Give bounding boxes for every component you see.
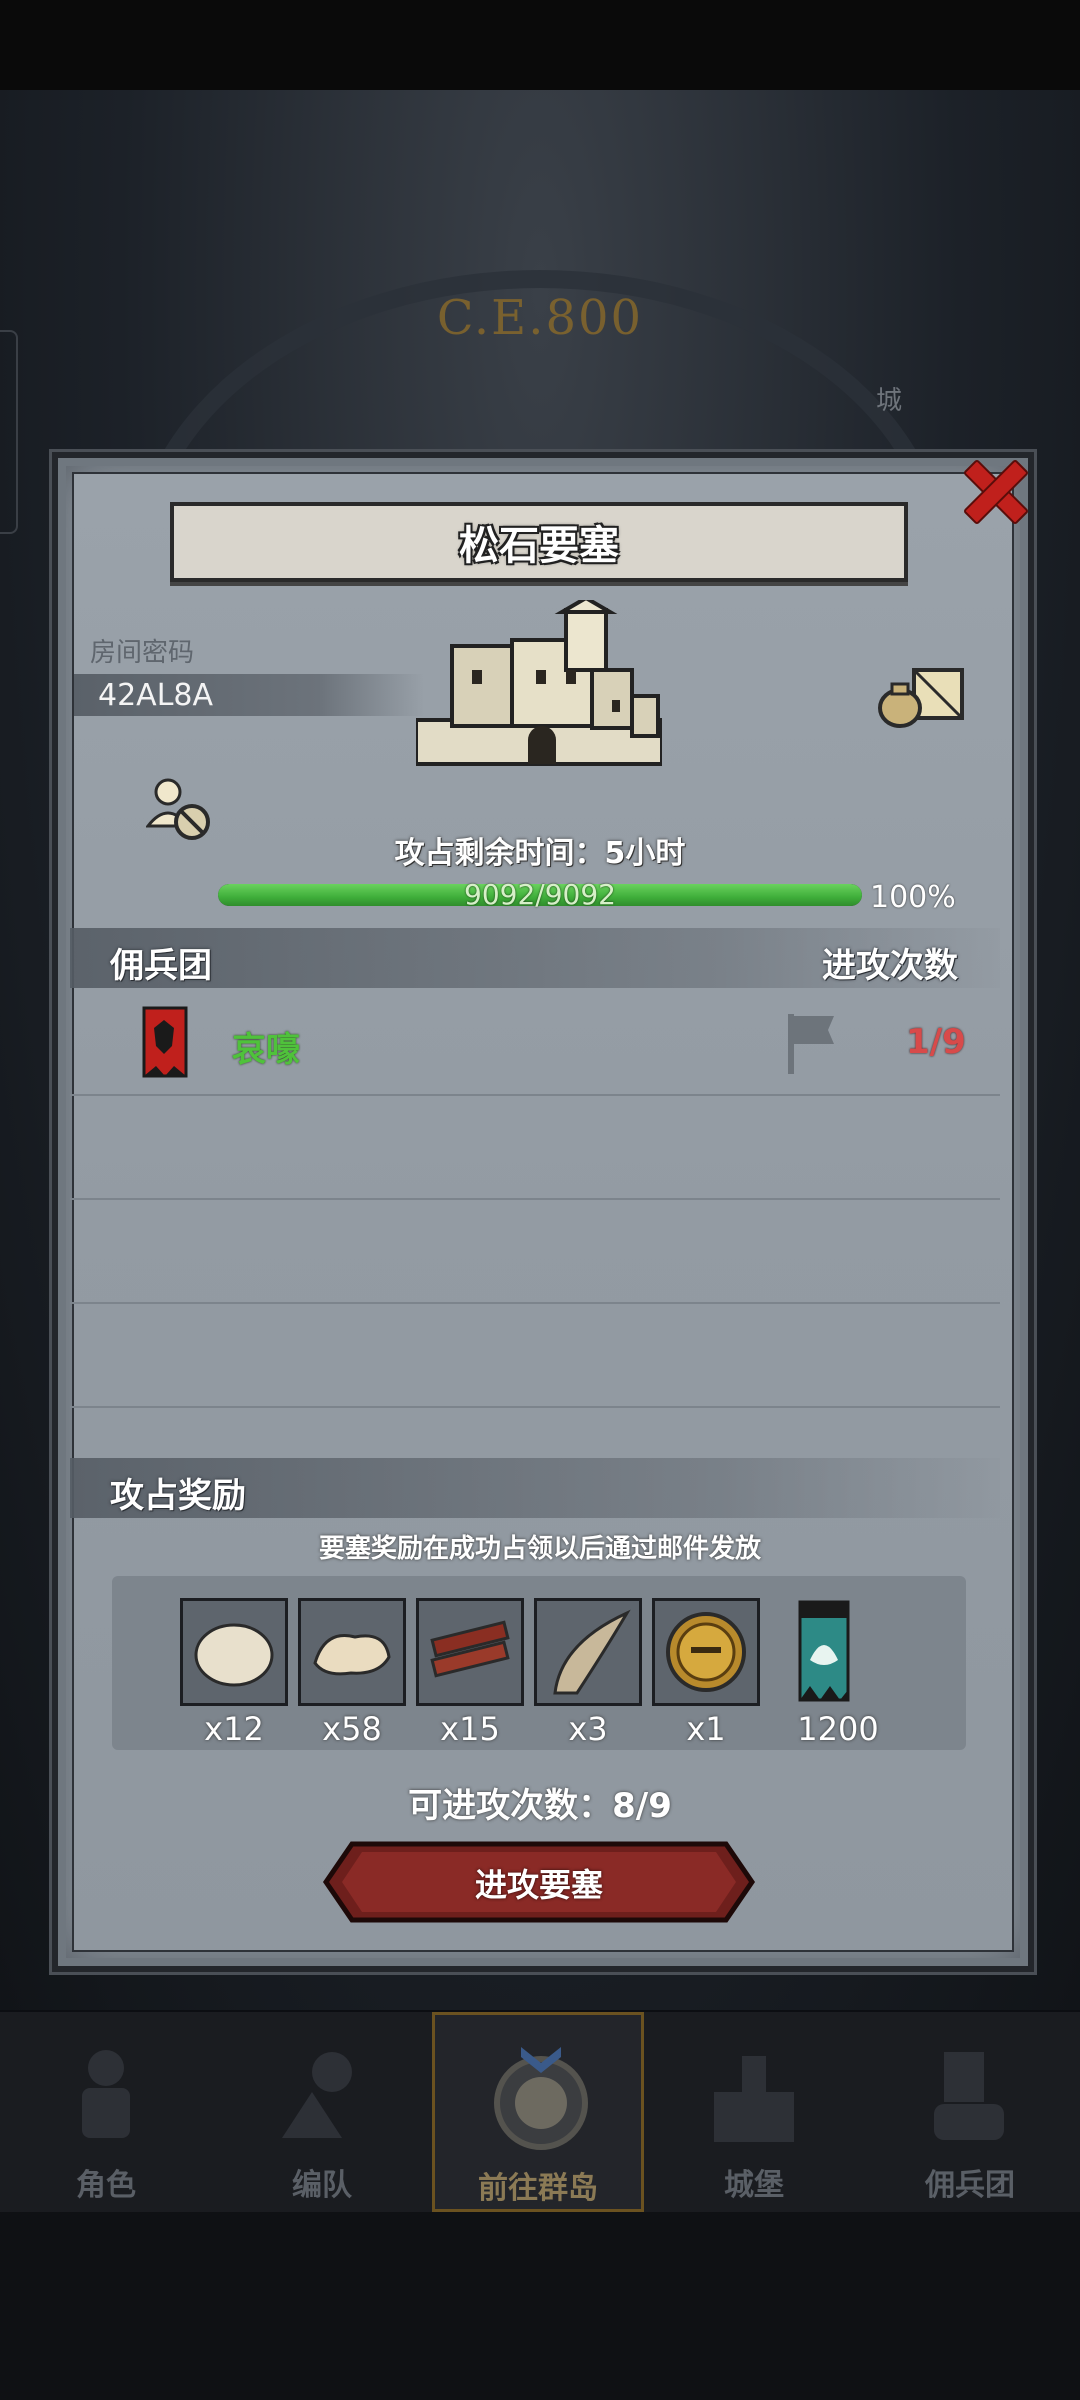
wool-hide-icon[interactable] — [298, 1598, 406, 1706]
reward-qty: x1 — [686, 1710, 726, 1748]
attack-count-header: 进攻次数 — [822, 946, 958, 986]
formation-icon — [282, 2052, 352, 2138]
room-password-label: 房间密码 — [90, 638, 195, 668]
tab-castle[interactable]: 城堡 — [648, 2012, 860, 2212]
tab-label: 佣兵团 — [925, 2168, 1015, 2203]
tab-islands[interactable]: 前往群岛 — [432, 2012, 644, 2212]
islands-compass-icon — [494, 2047, 588, 2150]
wood-planks-icon[interactable] — [416, 1598, 524, 1706]
attack-fortress-button[interactable]: 进攻要塞 — [322, 1840, 756, 1924]
mercenary-name[interactable]: 哀嚎 — [232, 1022, 300, 1071]
tab-label: 前往群岛 — [478, 2171, 598, 2206]
attack-fortress-label: 进攻要塞 — [474, 1866, 603, 1904]
row-divider — [70, 1302, 1000, 1304]
flag-icon — [788, 1014, 834, 1074]
tab-mercenary[interactable]: 佣兵团 — [864, 2012, 1076, 2212]
reward-qty: x58 — [322, 1710, 382, 1748]
fur-pelt-icon[interactable] — [180, 1598, 288, 1706]
mercenary-icon — [934, 2052, 1004, 2140]
dialog-title-banner: 松石要塞 — [170, 502, 908, 582]
row-divider — [70, 1094, 1000, 1096]
system-gesture-area — [0, 2212, 1080, 2400]
remaining-time-text: 攻占剩余时间：5小时 — [394, 836, 686, 871]
reward-note: 要塞奖励在成功占领以后通过邮件发放 — [318, 1534, 761, 1564]
castle-icon — [714, 2056, 794, 2142]
tab-label: 城堡 — [724, 2168, 784, 2203]
tab-label: 角色 — [76, 2168, 136, 2203]
reward-qty: x3 — [568, 1710, 608, 1748]
guild-banner-icon[interactable] — [770, 1598, 878, 1706]
tab-label: 编队 — [292, 2168, 352, 2203]
mercenary-header: 佣兵团 — [110, 946, 212, 986]
character-icon — [82, 2050, 130, 2138]
tab-character[interactable]: 角色 — [0, 2012, 212, 2212]
remaining-attacks-text: 可进攻次数：8/9 — [408, 1786, 672, 1826]
row-divider — [70, 1198, 1000, 1200]
reward-qty: x12 — [204, 1710, 264, 1748]
side-tab — [0, 330, 18, 534]
dialog-title: 松石要塞 — [459, 523, 619, 569]
horn-icon[interactable] — [534, 1598, 642, 1706]
reward-header: 攻占奖励 — [110, 1476, 246, 1516]
reward-qty: 1200 — [797, 1710, 879, 1748]
fortress-castle-icon — [416, 600, 662, 766]
background-city-label: 城 — [876, 386, 903, 416]
row-divider — [70, 1406, 1000, 1408]
knight-helmet-medal-icon[interactable] — [652, 1598, 760, 1706]
loot-bag-crate-icon[interactable] — [876, 664, 966, 730]
fortress-hp-text: 9092/9092 — [464, 878, 616, 911]
era-label: C.E.800 — [436, 290, 644, 346]
close-button[interactable] — [955, 450, 1035, 530]
mercenary-banner-icon — [142, 1006, 188, 1078]
room-code: 42AL8A — [98, 678, 214, 713]
status-bar — [0, 0, 1080, 90]
mercenary-attack-count: 1/9 — [906, 1022, 966, 1062]
fortress-hp-percent: 100% — [870, 880, 956, 915]
tab-formation[interactable]: 编队 — [216, 2012, 428, 2212]
reward-qty: x15 — [440, 1710, 500, 1748]
